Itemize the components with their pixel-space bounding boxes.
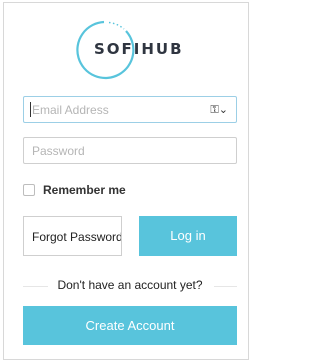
divider xyxy=(214,286,237,287)
brand-name: SOFIHUB xyxy=(94,40,184,58)
text-cursor xyxy=(30,102,31,117)
login-button[interactable]: Log in xyxy=(139,216,237,256)
email-placeholder: Email Address xyxy=(32,103,109,117)
password-field[interactable]: Password xyxy=(23,137,237,164)
signup-prompt: Don't have an account yet? xyxy=(57,278,203,292)
email-field[interactable]: Email Address ⚿⌄ xyxy=(23,96,237,123)
forgot-password-button[interactable]: Forgot Password xyxy=(23,216,122,256)
login-panel: SOFIHUB Email Address ⚿⌄ Password Rememb… xyxy=(3,2,249,360)
create-account-button[interactable]: Create Account xyxy=(23,306,237,345)
key-icon[interactable]: ⚿⌄ xyxy=(210,103,228,117)
remember-me[interactable]: Remember me xyxy=(23,183,126,197)
remember-checkbox[interactable] xyxy=(23,184,35,196)
remember-label: Remember me xyxy=(43,183,126,197)
password-placeholder: Password xyxy=(32,144,85,158)
